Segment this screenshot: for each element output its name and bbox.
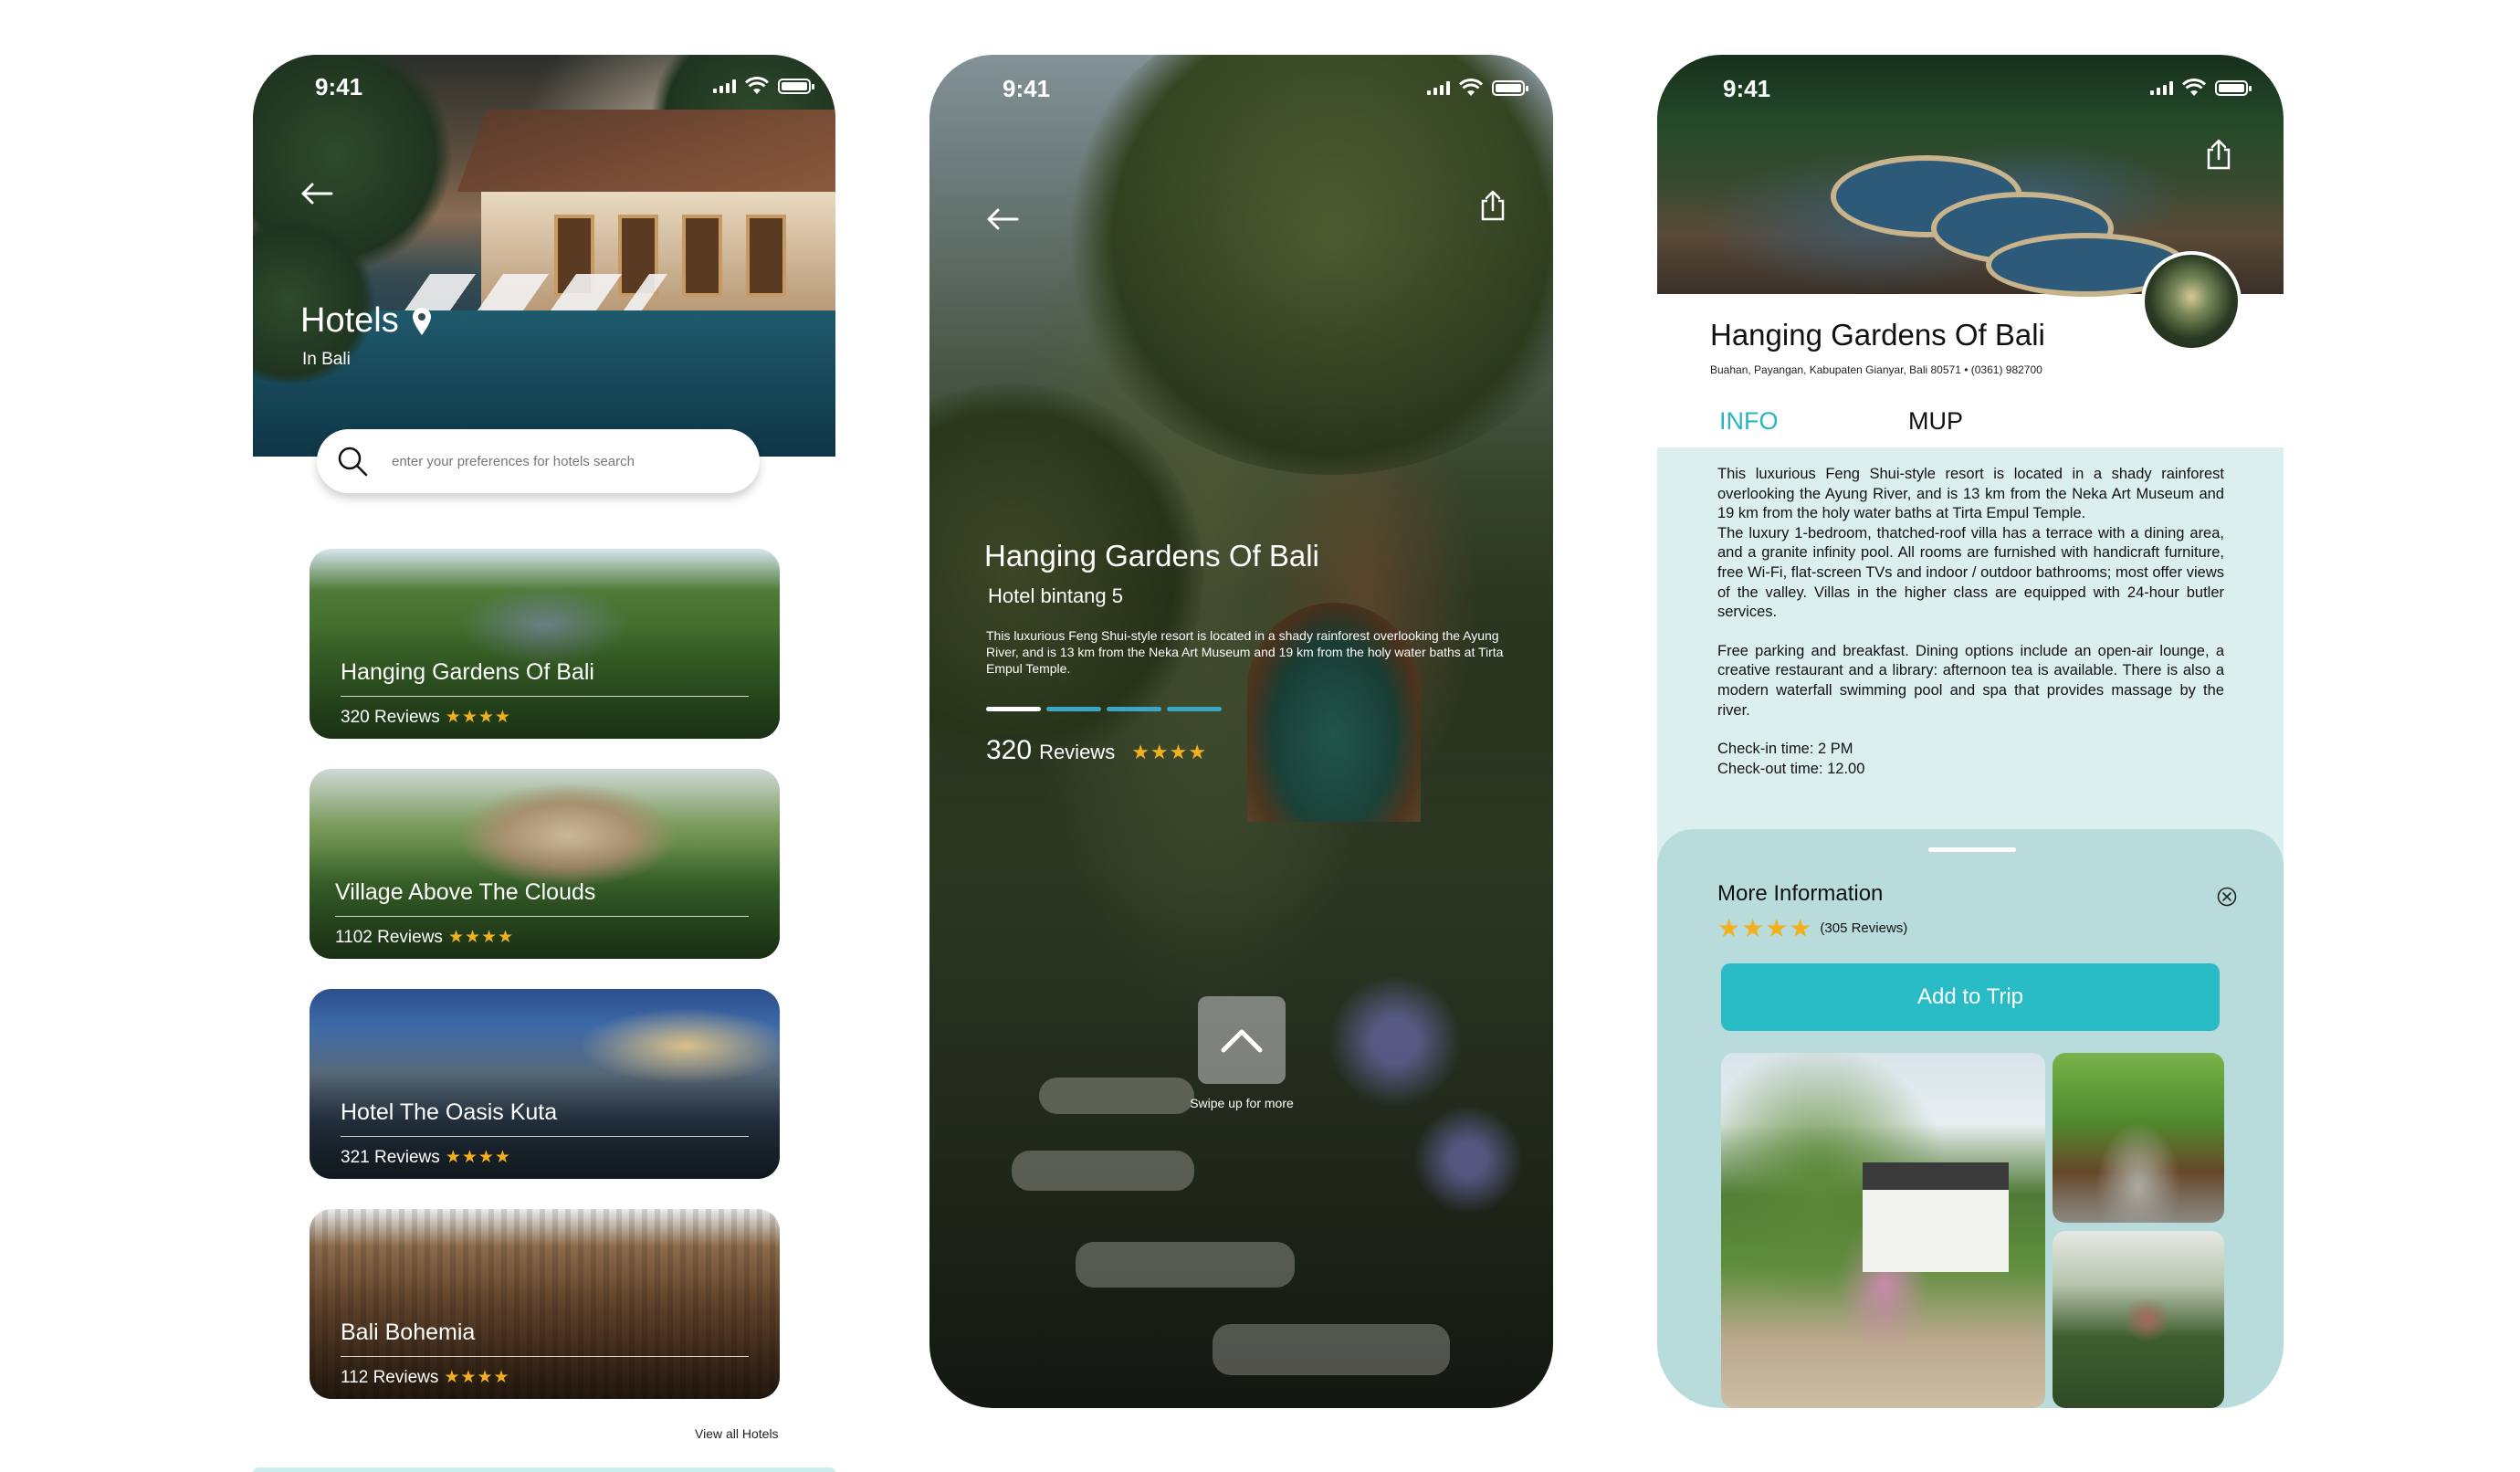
status-time: 9:41 (315, 73, 363, 100)
star-rating: ★★★★ (1131, 741, 1208, 763)
share-icon[interactable] (1479, 190, 1507, 221)
share-icon[interactable] (2205, 139, 2232, 170)
star-rating: ★★★★ (445, 708, 511, 727)
search-input[interactable]: enter your preferences for hotels search (392, 454, 635, 469)
wifi-icon (745, 77, 769, 94)
signal-icon (713, 79, 736, 93)
hotel-card-reviews: 321 Reviews ★★★★ (341, 1147, 511, 1168)
checkout-time: Check-out time: 12.00 (1717, 760, 1865, 777)
status-icons (1427, 79, 1528, 97)
review-count: 320 (986, 735, 1033, 765)
swipe-hint: Swipe up for more (1190, 1096, 1294, 1110)
hotel-card-reviews: 112 Reviews ★★★★ (341, 1367, 510, 1388)
checkin-time: Check-in time: 2 PM (1717, 741, 1853, 758)
search-icon (338, 447, 368, 477)
swipe-up-button[interactable] (1198, 996, 1286, 1084)
page-subtitle: In Bali (302, 350, 351, 369)
hotel-card[interactable]: Bali Bohemia 112 Reviews ★★★★ (310, 1209, 780, 1399)
more-info-title: More Information (1717, 881, 1884, 906)
battery-icon (2215, 79, 2252, 96)
hotels-hero-image: 9:41 Hotels In Bali (253, 55, 835, 457)
chevron-up-icon (1221, 1029, 1263, 1053)
info-text: This luxurious Feng Shui-style resort is… (1717, 465, 2224, 779)
close-circle-icon[interactable] (2217, 887, 2237, 907)
back-arrow-icon[interactable] (300, 183, 333, 205)
location-pin-icon (412, 307, 431, 335)
hotel-card[interactable]: Village Above The Clouds 1102 Reviews ★★★… (310, 769, 780, 959)
hotel-title: Hanging Gardens Of Bali (1710, 318, 2045, 352)
star-rating: ★★★★ (1717, 914, 1813, 942)
hotel-address: Buahan, Payangan, Kabupaten Gianyar, Bal… (1710, 363, 2042, 376)
carousel-indicator[interactable] (986, 707, 1222, 711)
hotel-info-screen: 9:41 Hanging Gardens Of Bali Buahan, Pay… (1657, 55, 2284, 1408)
hotel-card-name: Bali Bohemia (341, 1320, 476, 1345)
review-summary: 320 Reviews ★★★★ (986, 735, 1207, 766)
info-paragraph: Free parking and breakfast. Dining optio… (1717, 642, 2224, 719)
tab-mup[interactable]: MUP (1908, 407, 1963, 436)
hotel-card-reviews: 1102 Reviews ★★★★ (335, 927, 515, 948)
wifi-icon (2182, 79, 2206, 96)
page-title-text: Hotels (300, 301, 399, 340)
battery-icon (1492, 79, 1528, 96)
hotel-card-name: Village Above The Clouds (335, 879, 596, 905)
tab-info[interactable]: INFO (1719, 407, 1779, 436)
hotel-avatar (2141, 251, 2242, 352)
battery-icon (778, 78, 814, 94)
hotel-card-name: Hanging Gardens Of Bali (341, 659, 594, 685)
gallery-photo[interactable] (2053, 1053, 2224, 1223)
status-icons (2150, 79, 2252, 97)
hotel-class: Hotel bintang 5 (988, 584, 1123, 607)
review-count: (305 Reviews) (1820, 920, 1908, 936)
hotels-list-screen: 9:41 Hotels In Bali enter your preferenc… (253, 55, 835, 1472)
signal-icon (2150, 80, 2173, 95)
gallery-photo[interactable] (1721, 1053, 2045, 1408)
sheet-drag-handle[interactable] (1928, 847, 2016, 852)
hotel-card[interactable]: Hanging Gardens Of Bali 320 Reviews ★★★★ (310, 549, 780, 739)
status-time: 9:41 (1003, 75, 1051, 102)
star-rating: ★★★★ (447, 928, 515, 947)
view-all-hotels-link[interactable]: View all Hotels (695, 1426, 779, 1441)
hotel-card[interactable]: Hotel The Oasis Kuta 321 Reviews ★★★★ (310, 989, 780, 1179)
add-to-trip-button[interactable]: Add to Trip (1721, 963, 2220, 1031)
info-paragraph: The luxury 1-bedroom, thatched-roof vill… (1717, 524, 2224, 621)
hotel-title: Hanging Gardens Of Bali (984, 539, 1319, 573)
star-rating: ★★★★ (444, 1368, 510, 1387)
hotel-description: This luxurious Feng Shui-style resort is… (986, 628, 1504, 676)
bottom-panel-edge (253, 1467, 835, 1472)
info-paragraph: This luxurious Feng Shui-style resort is… (1717, 466, 2224, 522)
signal-icon (1427, 80, 1450, 95)
status-icons (713, 77, 814, 95)
gallery-photo[interactable] (2053, 1231, 2224, 1408)
wifi-icon (1459, 79, 1483, 96)
status-time: 9:41 (1723, 75, 1771, 102)
page-title: Hotels (300, 301, 432, 341)
back-arrow-icon[interactable] (986, 208, 1019, 230)
star-rating: ★★★★ (445, 1148, 511, 1167)
hotel-card-name: Hotel The Oasis Kuta (341, 1099, 558, 1125)
hotel-detail-hero-screen: 9:41 Hanging Gardens Of Bali Hotel binta… (929, 55, 1553, 1408)
rating-summary: ★★★★ (305 Reviews) (1717, 913, 1907, 943)
review-label: Reviews (1039, 741, 1116, 763)
hotel-search-bar[interactable]: enter your preferences for hotels search (317, 429, 760, 493)
hotel-card-reviews: 320 Reviews ★★★★ (341, 707, 511, 728)
